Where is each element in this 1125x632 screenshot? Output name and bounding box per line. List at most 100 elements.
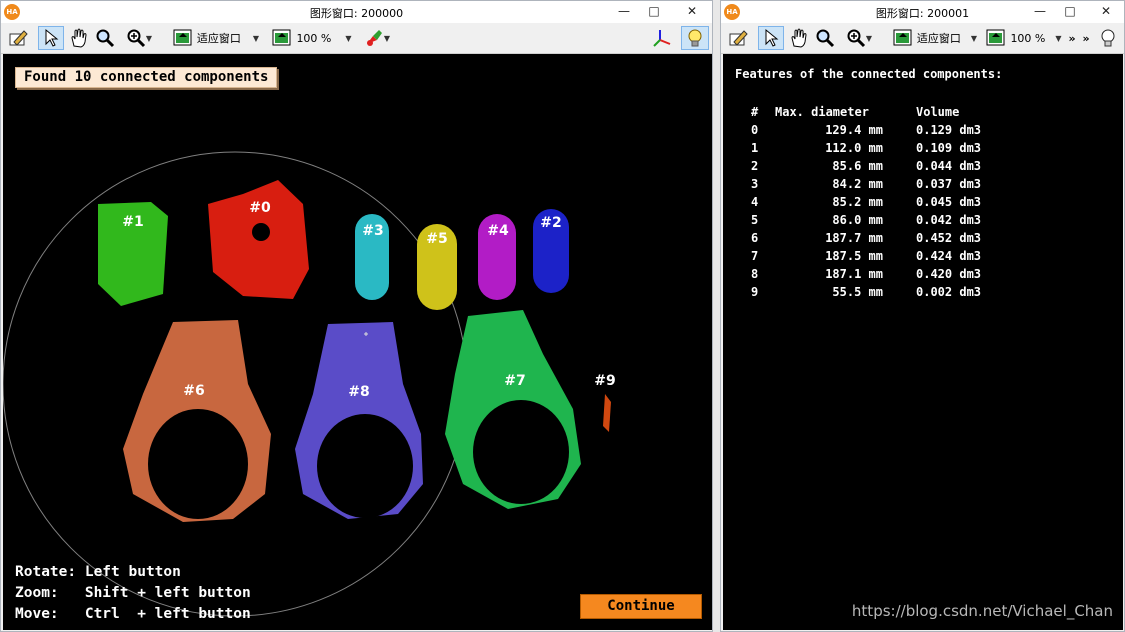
graphics-canvas[interactable]: #0 #1 #2 #3 #4 #5 #6 #7 #8 #9 Found 10 c… — [3, 54, 712, 630]
close-icon[interactable]: ✕ — [677, 1, 707, 22]
hand-button[interactable] — [66, 26, 92, 50]
magnifier-button[interactable] — [813, 26, 837, 50]
pointer-button[interactable] — [38, 26, 64, 50]
cell-diameter: 84.2 mm — [832, 177, 883, 191]
pencil-button[interactable] — [5, 26, 31, 50]
cell-volume: 0.037 dm3 — [916, 177, 982, 191]
help-line-rotate: Rotate: Left button — [15, 564, 181, 580]
cell-volume: 0.424 dm3 — [916, 249, 982, 263]
watermark: https://blog.csdn.net/Vichael_Chan — [851, 602, 1113, 620]
cell-volume: 0.420 dm3 — [916, 267, 982, 281]
cell-id: 4 — [751, 195, 759, 209]
minimize-icon[interactable]: — — [609, 1, 639, 22]
double-chevron-icon: » — [1082, 31, 1090, 45]
component-label-6: #6 — [183, 383, 204, 399]
cell-diameter: 187.7 mm — [825, 231, 883, 245]
graphics-window-right: HA 图形窗口: 200001 — □ ✕ ▼ 适应窗口 ▼ 100 % ▼ »… — [720, 0, 1125, 632]
help-line-zoom: Zoom: Shift + left button — [15, 585, 251, 601]
cell-id: 7 — [751, 249, 759, 263]
table-row: 7 187.5 mm 0.424 dm3 — [723, 249, 1123, 267]
toolbar-overflow-button[interactable]: » — [1065, 26, 1079, 50]
cell-id: 5 — [751, 213, 759, 227]
window-splitter[interactable] — [713, 0, 720, 632]
pointer-button[interactable] — [758, 26, 784, 50]
fit-window-dropdown[interactable]: 适应窗口 ▼ — [887, 26, 983, 50]
component-label-2: #2 — [540, 215, 561, 231]
minimize-icon[interactable]: — — [1025, 1, 1055, 22]
continue-button[interactable]: Continue — [580, 594, 702, 619]
3d-scene: #0 #1 #2 #3 #4 #5 #6 #7 #8 #9 — [3, 151, 616, 617]
zoom-percent-dropdown[interactable]: 100 % ▼ — [271, 26, 353, 50]
bulb-button[interactable] — [681, 26, 709, 50]
component-label-5: #5 — [426, 231, 447, 247]
cell-volume: 0.002 dm3 — [916, 285, 982, 299]
zoom-in-icon — [847, 29, 865, 48]
zoom-percent-icon — [272, 29, 291, 46]
paint-dropdown[interactable]: ▼ — [359, 26, 395, 50]
window-title: 图形窗口: 200000 — [309, 7, 404, 20]
found-components-message: Found 10 connected components — [15, 67, 278, 88]
chevron-down-icon: ▼ — [252, 33, 260, 43]
table-row: 5 86.0 mm 0.042 dm3 — [723, 213, 1123, 231]
cell-diameter: 187.5 mm — [825, 249, 883, 263]
hand-button[interactable] — [786, 26, 812, 50]
cell-diameter: 85.6 mm — [832, 159, 883, 173]
fit-window-dropdown[interactable]: 适应窗口 ▼ — [167, 26, 265, 50]
magnifier-button[interactable] — [93, 26, 117, 50]
hand-icon — [71, 28, 87, 48]
table-row: 8 187.1 mm 0.420 dm3 — [723, 267, 1123, 285]
cell-volume: 0.045 dm3 — [916, 195, 982, 209]
cell-volume: 0.109 dm3 — [916, 141, 982, 155]
component-label-3: #3 — [362, 223, 383, 239]
maximize-icon[interactable]: □ — [639, 1, 669, 22]
title-bar[interactable]: HA 图形窗口: 200000 — □ ✕ — [1, 1, 712, 23]
cell-volume: 0.129 dm3 — [916, 123, 982, 137]
maximize-icon[interactable]: □ — [1055, 1, 1085, 22]
axis-button[interactable] — [649, 26, 675, 50]
cell-diameter: 85.2 mm — [832, 195, 883, 209]
pencil-icon — [729, 30, 748, 46]
help-line-move: Move: Ctrl + left button — [15, 606, 251, 622]
component-label-1: #1 — [122, 214, 143, 230]
toolbar: ▼ 适应窗口 ▼ 100 % ▼ » » — [721, 23, 1124, 54]
graphics-window-left: HA 图形窗口: 200000 — □ ✕ ▼ 适应窗口 ▼ 100 % ▼ ▼… — [0, 0, 713, 632]
component-0-hole — [252, 223, 270, 241]
component-9 — [603, 394, 611, 432]
bulb-icon — [1101, 29, 1115, 47]
zoom-in-dropdown[interactable]: ▼ — [119, 26, 159, 50]
features-canvas[interactable]: Features of the connected components: # … — [723, 54, 1123, 630]
cell-id: 6 — [751, 231, 759, 245]
cell-volume: 0.044 dm3 — [916, 159, 982, 173]
zoom-in-dropdown[interactable]: ▼ — [839, 26, 879, 50]
fit-window-label: 适应窗口 — [196, 32, 241, 45]
close-icon[interactable]: ✕ — [1091, 1, 1121, 22]
chevron-down-icon: ▼ — [383, 33, 391, 43]
cell-id: 0 — [751, 123, 759, 137]
table-row: 9 55.5 mm 0.002 dm3 — [723, 285, 1123, 303]
component-label-9: #9 — [594, 373, 615, 389]
cell-id: 1 — [751, 141, 759, 155]
column-header-diameter: Max. diameter — [775, 105, 869, 119]
chevron-down-icon: ▼ — [145, 33, 153, 43]
magnifier-icon — [96, 29, 115, 48]
table-row: 1 112.0 mm 0.109 dm3 — [723, 141, 1123, 159]
zoom-percent-dropdown[interactable]: 100 % ▼ — [985, 26, 1063, 50]
fit-window-icon — [893, 29, 912, 46]
zoom-in-icon — [127, 29, 145, 48]
chevron-down-icon: ▼ — [865, 33, 873, 43]
pencil-icon — [9, 30, 28, 46]
features-title: Features of the connected components: — [735, 67, 1003, 81]
cell-diameter: 112.0 mm — [825, 141, 883, 155]
toolbar-overflow-button-2[interactable]: » — [1079, 26, 1093, 50]
chevron-down-icon: ▼ — [970, 33, 978, 43]
cell-volume: 0.042 dm3 — [916, 213, 982, 227]
bulb-button[interactable] — [1095, 26, 1121, 50]
pointer-icon — [765, 28, 779, 47]
title-bar[interactable]: HA 图形窗口: 200001 — □ ✕ — [721, 1, 1124, 23]
chevron-down-icon: ▼ — [1055, 33, 1062, 43]
pencil-button[interactable] — [725, 26, 751, 50]
cell-id: 2 — [751, 159, 759, 173]
component-label-0: #0 — [249, 200, 271, 216]
table-row: 4 85.2 mm 0.045 dm3 — [723, 195, 1123, 213]
chevron-down-icon: ▼ — [345, 33, 352, 43]
